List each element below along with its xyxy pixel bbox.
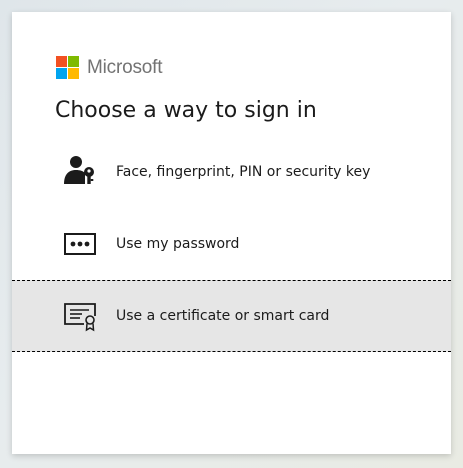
microsoft-brand: Microsoft bbox=[56, 56, 162, 79]
page-title: Choose a way to sign in bbox=[55, 98, 317, 123]
option-label: Face, fingerprint, PIN or security key bbox=[116, 164, 371, 180]
option-certificate[interactable]: Use a certificate or smart card bbox=[12, 280, 451, 352]
option-label: Use a certificate or smart card bbox=[116, 308, 330, 324]
sign-in-card: Microsoft Choose a way to sign in Face, … bbox=[12, 12, 451, 454]
user-key-icon bbox=[60, 152, 100, 192]
brand-name: Microsoft bbox=[87, 57, 163, 78]
password-dots-icon bbox=[60, 224, 100, 264]
option-password[interactable]: Use my password bbox=[12, 208, 451, 280]
microsoft-logo-icon bbox=[56, 56, 79, 79]
option-security-key[interactable]: Face, fingerprint, PIN or security key bbox=[12, 136, 451, 208]
option-label: Use my password bbox=[116, 236, 240, 252]
certificate-icon bbox=[60, 296, 100, 336]
